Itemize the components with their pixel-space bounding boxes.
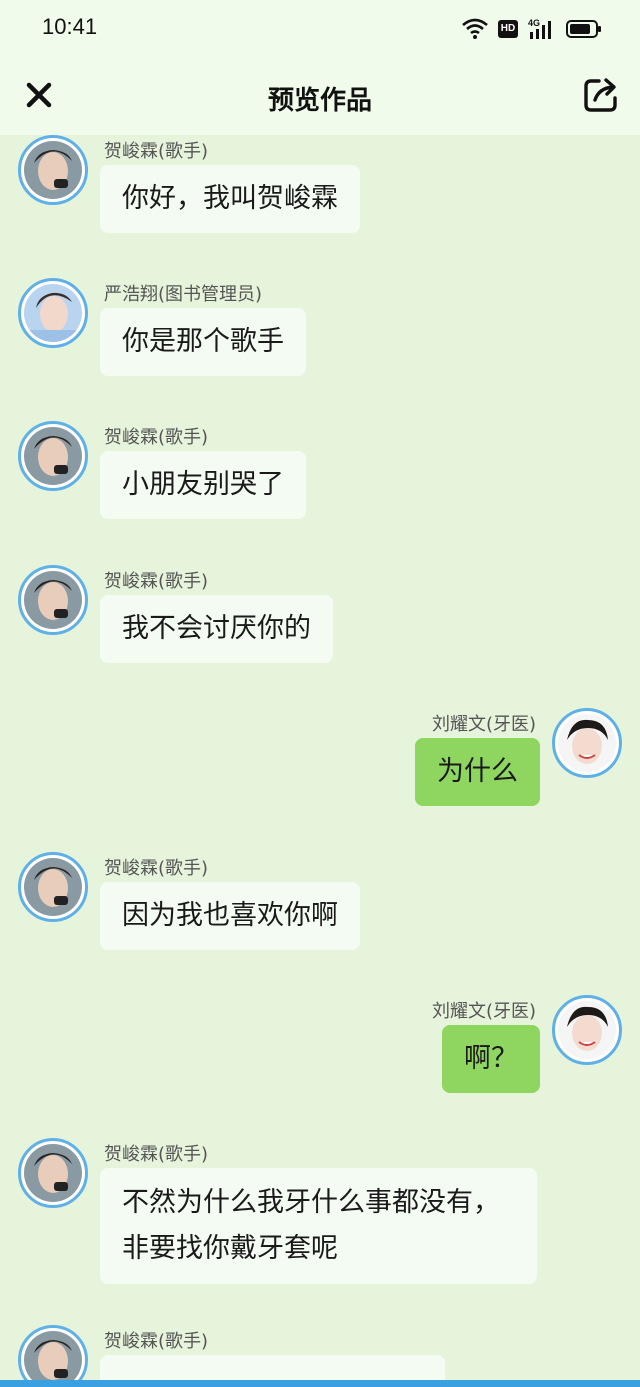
message-bubble[interactable] (100, 1355, 445, 1380)
avatar[interactable] (552, 708, 622, 778)
avatar-image (24, 141, 82, 199)
sender-name: 贺峻霖(歌手) (104, 1331, 209, 1352)
hd-badge: HD (498, 20, 518, 38)
avatar[interactable] (18, 421, 88, 491)
message-bubble[interactable]: 啊？ (442, 1025, 540, 1093)
avatar-image (24, 571, 82, 629)
status-bar: 10:41 HD 4G (0, 0, 640, 58)
avatar-image (24, 858, 82, 916)
sender-name: 严浩翔(图书管理员) (104, 284, 263, 305)
avatar-image (24, 1144, 82, 1202)
signal-icon: 4G (528, 18, 551, 39)
share-icon (584, 78, 617, 112)
avatar-image (24, 1331, 82, 1380)
avatar[interactable] (18, 852, 88, 922)
share-button[interactable] (582, 76, 620, 114)
message-bubble[interactable]: 因为我也喜欢你啊 (100, 882, 360, 950)
avatar[interactable] (18, 565, 88, 635)
svg-text:4G: 4G (528, 18, 540, 28)
message-bubble[interactable]: 不然为什么我牙什么事都没有，非要找你戴牙套呢 (100, 1168, 537, 1284)
avatar[interactable] (18, 135, 88, 205)
message-bubble[interactable]: 我不会讨厌你的 (100, 595, 333, 663)
avatar-image (558, 1001, 616, 1059)
battery-icon (566, 20, 601, 38)
avatar[interactable] (18, 1325, 88, 1380)
sender-name: 贺峻霖(歌手) (104, 141, 209, 162)
page-title: 预览作品 (267, 86, 372, 116)
avatar-image (24, 427, 82, 485)
avatar-image (558, 714, 616, 772)
status-time: 10:41 (42, 14, 98, 39)
wifi-icon (462, 18, 488, 39)
chat-area[interactable]: 贺峻霖(歌手) 你好，我叫贺峻霖 严浩翔(图书管理员) 你是那个歌手 贺峻霖(歌… (0, 135, 640, 1380)
avatar[interactable] (18, 1138, 88, 1208)
sender-name: 贺峻霖(歌手) (104, 1144, 209, 1165)
top-nav-bar: 预览作品 (0, 58, 640, 135)
sender-name: 刘耀文(牙医) (431, 714, 536, 735)
bottom-bar (0, 1380, 640, 1387)
sender-name: 刘耀文(牙医) (431, 1001, 536, 1022)
sender-name: 贺峻霖(歌手) (104, 858, 209, 879)
status-icons: HD 4G (462, 14, 602, 44)
message-bubble[interactable]: 为什么 (415, 738, 540, 806)
avatar-image (24, 284, 82, 342)
message-bubble[interactable]: 你是那个歌手 (100, 308, 306, 376)
message-bubble[interactable]: 小朋友别哭了 (100, 451, 306, 519)
avatar[interactable] (18, 278, 88, 348)
message-bubble[interactable]: 你好，我叫贺峻霖 (100, 165, 360, 233)
sender-name: 贺峻霖(歌手) (104, 427, 209, 448)
sender-name: 贺峻霖(歌手) (104, 571, 209, 592)
avatar[interactable] (552, 995, 622, 1065)
